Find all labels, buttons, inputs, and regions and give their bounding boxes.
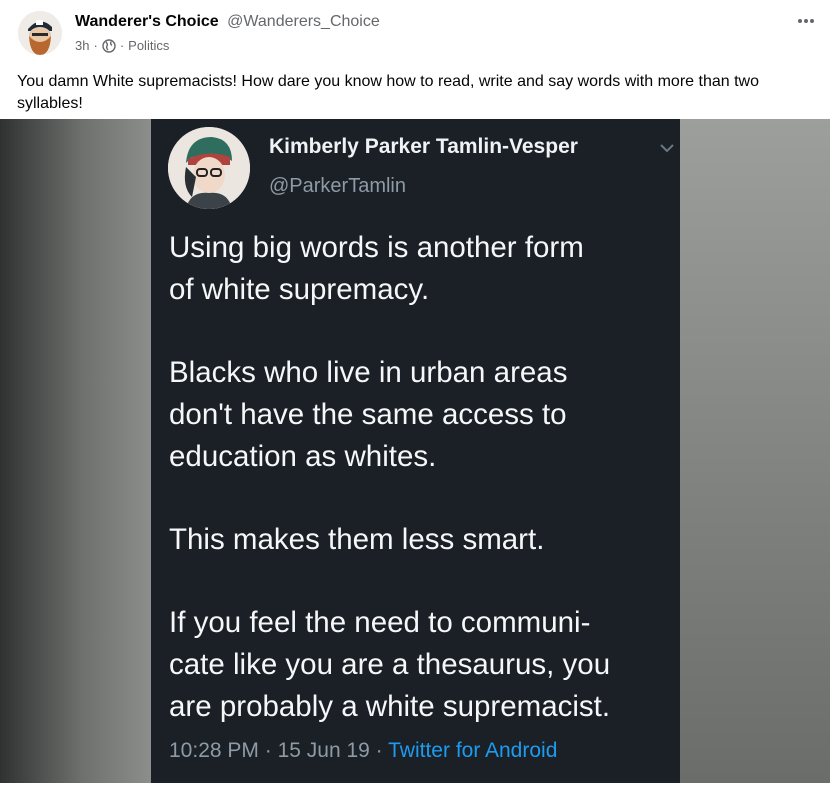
post-image[interactable]: Kimberly Parker Tamlin-Vesper @ParkerTam… [0,119,830,783]
tweet-avatar [168,127,250,209]
author-line: Wanderer's Choice @Wanderers_Choice [75,13,380,31]
tweet-author-name: Kimberly Parker Tamlin-Vesper [269,135,578,158]
tweet-paragraph: If you feel the need to communi- cate li… [169,606,611,723]
meta-separator: · [119,38,125,53]
tweet-body: Using big words is another form of white… [169,227,669,769]
tweet-time: 10:28 PM [169,739,259,762]
meta-separator: · [93,38,98,53]
globe-public-icon [102,38,116,53]
chevron-down-icon [660,144,674,153]
author-name[interactable]: Wanderer's Choice [75,13,219,30]
author-avatar[interactable] [18,11,62,55]
post-category[interactable]: Politics [128,38,169,53]
bearded-man-avatar-icon [18,11,62,55]
tweet-author-handle: @ParkerTamlin [269,175,407,197]
tweet-paragraph: Blacks who live in urban areas don't hav… [169,356,568,473]
tweet-meta-separator: · [264,739,272,762]
tweet-paragraph: This makes them less smart. [169,522,545,556]
tweet-paragraph: Using big words is another form of white… [169,231,584,306]
tweet-screenshot: Kimberly Parker Tamlin-Vesper @ParkerTam… [151,119,680,783]
more-horizontal-icon [798,19,814,23]
post-text: You damn White supremacists! How dare yo… [17,73,759,112]
post-time[interactable]: 3h [75,38,89,53]
tweet-date: 15 Jun 19 [277,739,370,762]
tweet-meta: 10:28 PM · 15 Jun 19 · Twitter for Andro… [169,739,557,763]
tweet-source: Twitter for Android [388,739,558,762]
woman-avatar-icon [168,127,250,209]
post-meta: 3h · · Politics [75,38,169,53]
image-background-left [0,119,151,783]
more-options-button[interactable] [794,10,818,34]
author-handle[interactable]: @Wanderers_Choice [227,13,380,30]
image-background-right [680,119,830,783]
social-post: Wanderer's Choice @Wanderers_Choice 3h ·… [0,0,834,786]
tweet-meta-separator: · [375,739,383,762]
